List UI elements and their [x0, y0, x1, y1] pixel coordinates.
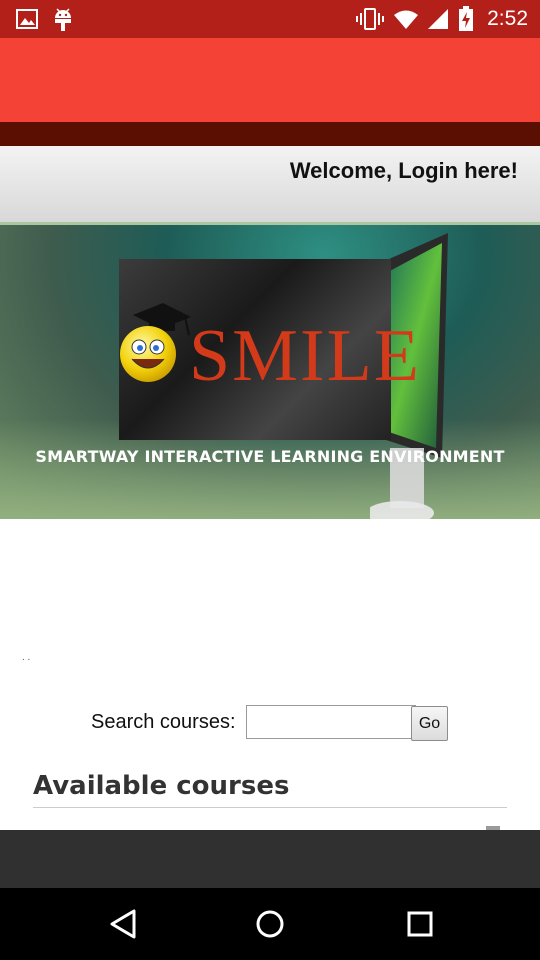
tagline: SMARTWAY INTERACTIVE LEARNING ENVIRONMEN… — [35, 447, 505, 466]
bottom-strip — [0, 830, 540, 888]
navigation-bar — [0, 888, 540, 960]
signal-icon — [428, 9, 448, 29]
smiley-icon — [120, 326, 176, 382]
wifi-icon — [394, 10, 418, 29]
battery-charging-icon — [459, 6, 473, 31]
go-button[interactable]: Go — [411, 706, 448, 741]
header-band — [0, 122, 540, 146]
search-label: Search courses: — [91, 711, 236, 733]
divider — [33, 807, 507, 808]
logo-text: SMILE — [189, 315, 421, 397]
hero-banner: SMILE SMARTWAY INTERACTIVE LEARNING ENVI… — [0, 225, 540, 519]
image-icon — [16, 9, 38, 29]
back-icon[interactable] — [104, 908, 144, 940]
status-bar: 2:52 — [0, 0, 540, 38]
search-courses-input[interactable] — [246, 705, 416, 739]
available-courses-heading: Available courses — [33, 771, 290, 801]
clock: 2:52 — [487, 7, 528, 30]
login-link[interactable]: Welcome, Login here! — [290, 158, 518, 184]
recents-icon[interactable] — [400, 908, 440, 940]
app-bar — [0, 38, 540, 122]
android-icon — [55, 8, 71, 31]
smile-logo: SMILE — [119, 259, 419, 440]
vibrate-icon — [356, 8, 384, 30]
welcome-header: Welcome, Login here! — [0, 146, 540, 225]
home-icon[interactable] — [250, 908, 290, 940]
separator-dots: . . — [22, 652, 31, 663]
